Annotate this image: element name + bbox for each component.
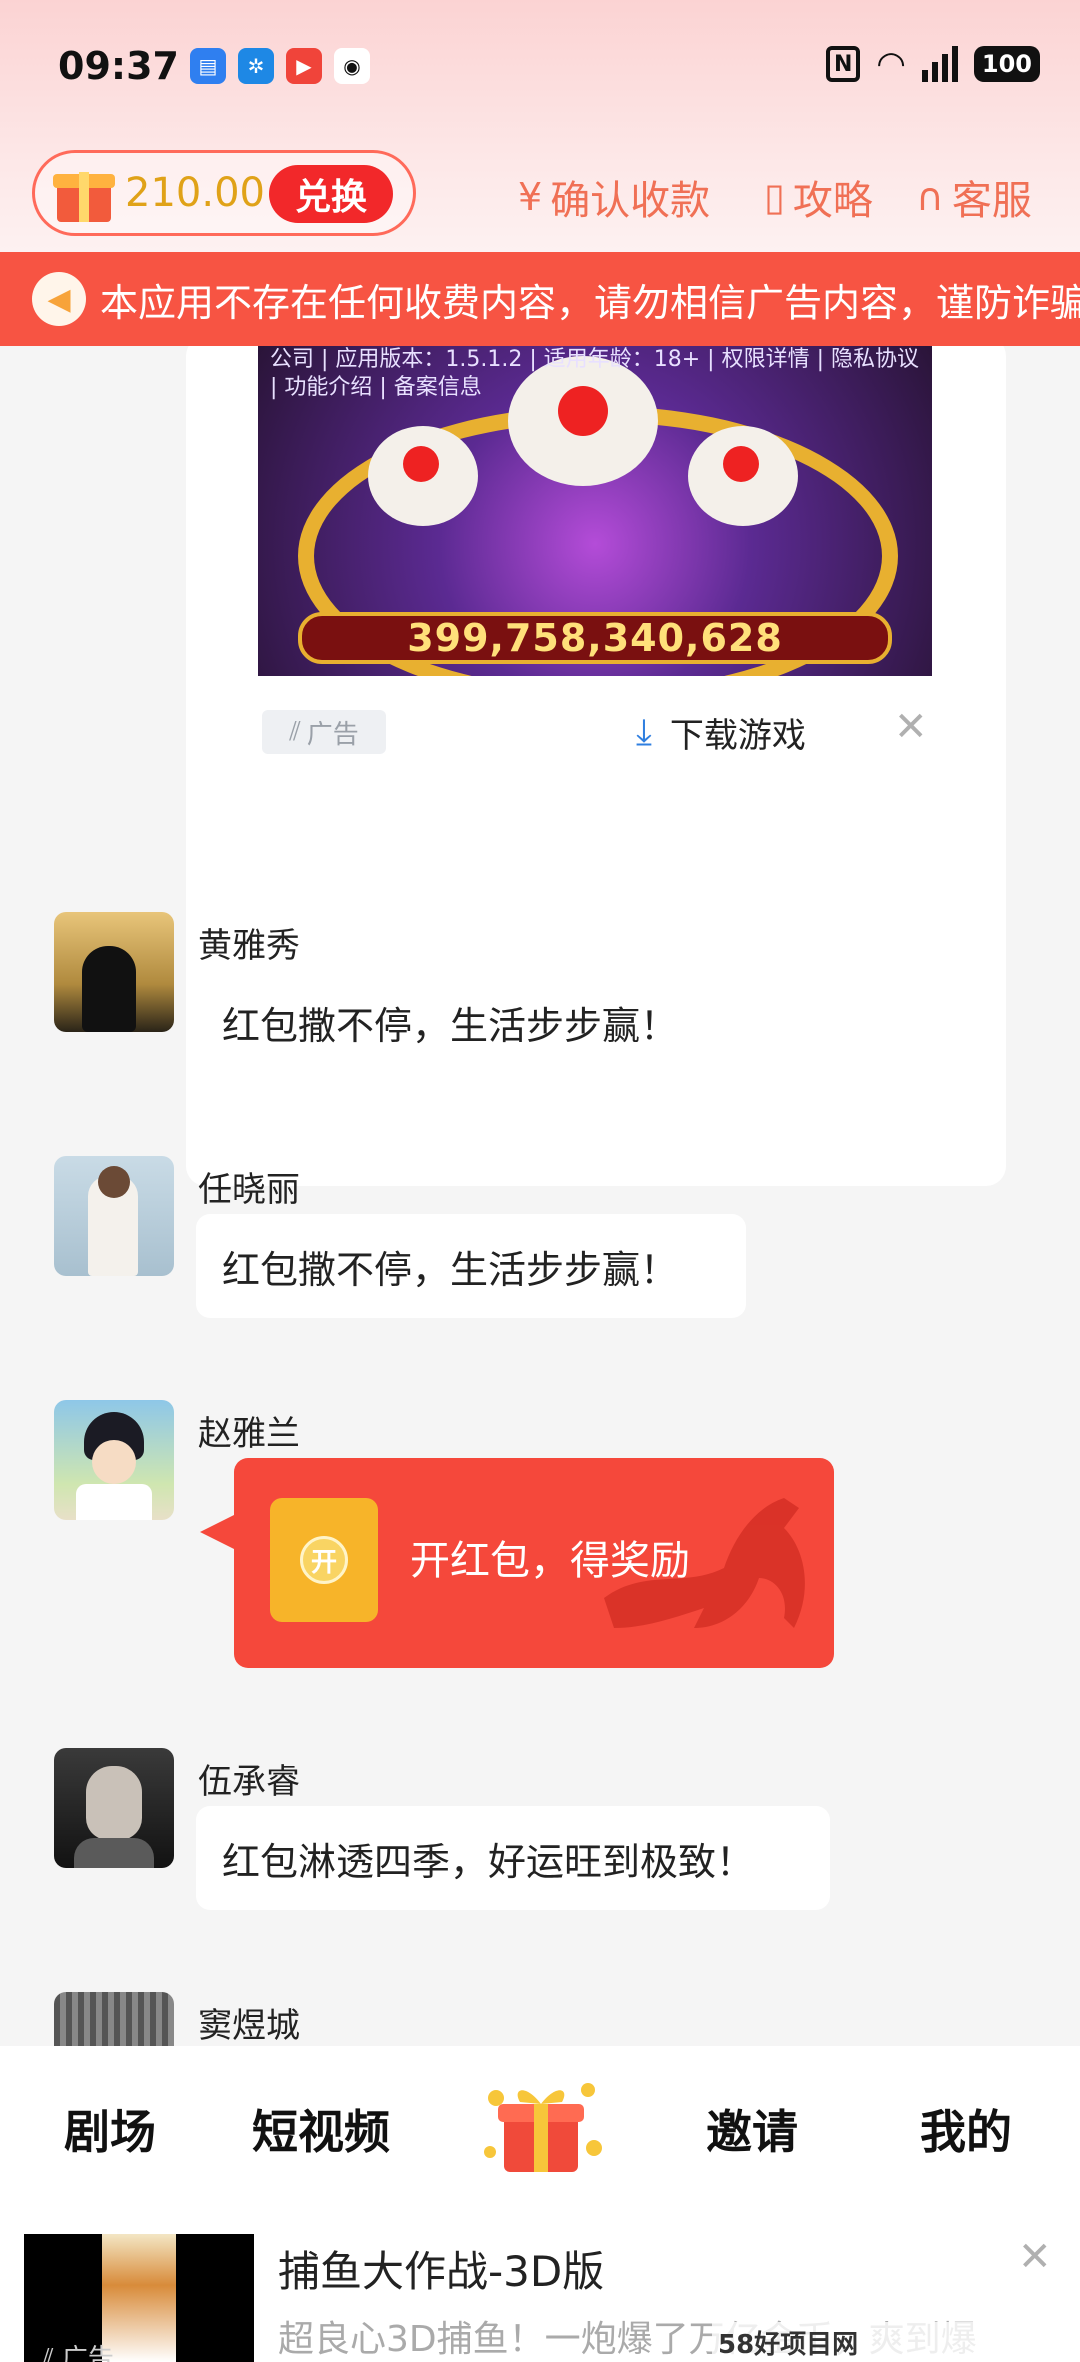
ad-meta-line1: 公司 | 应用版本：1.5.1.2 | 适用年龄：18+ | 权限详情 | 隐私… xyxy=(270,347,919,372)
red-packet-tail xyxy=(200,1514,236,1550)
clown-nose-left xyxy=(403,446,439,482)
message-bubble[interactable]: 红包淋透四季，好运旺到极致！ xyxy=(196,1806,830,1910)
message-bubble[interactable]: 红包撒不停，生活步步赢！ xyxy=(196,970,746,1074)
nav-short-video[interactable]: 短视频 xyxy=(252,2096,390,2162)
confirm-receipt-button[interactable]: ¥ 确认收款 xyxy=(518,168,710,226)
status-bar: 09:37 ▤ ✲ ▶ ◉ N ◠ 100 xyxy=(0,0,1080,130)
horse-decoration-icon xyxy=(604,1498,805,1628)
headset-icon: ∩ xyxy=(916,175,944,219)
chat-feed[interactable]: 公司 | 应用版本：1.5.1.2 | 适用年龄：18+ | 权限详情 | 隐私… xyxy=(0,346,1080,2046)
wifi-icon: ◠ xyxy=(876,44,906,84)
ad-logo-icon: ⫽ xyxy=(42,2344,62,2362)
anime-shirt xyxy=(76,1484,152,1520)
bottom-ad-close-icon[interactable]: ✕ xyxy=(1018,2234,1052,2280)
signal-icon xyxy=(921,46,958,82)
book-icon: ▯ xyxy=(764,175,785,219)
avatar[interactable] xyxy=(54,1400,174,1520)
penguin-app-icon: ◉ xyxy=(334,48,370,84)
nav-theater[interactable]: 剧场 xyxy=(64,2096,156,2162)
exchange-button[interactable]: 兑换 xyxy=(269,165,393,223)
download-game-button[interactable]: ⤓ 下载游戏 xyxy=(636,708,806,757)
nfc-icon: N xyxy=(826,46,861,82)
sender-name: 窦煜城 xyxy=(198,2006,300,2046)
support-label: 客服 xyxy=(951,178,1032,224)
ad-logo-icon: ⫽ xyxy=(289,716,301,747)
coin-balance-pill[interactable]: 210.00 兑换 xyxy=(32,150,416,236)
red-packet-card[interactable]: 开 开红包，得奖励 xyxy=(234,1458,834,1668)
battery-indicator: 100 xyxy=(973,46,1040,82)
bottom-ad-thumbnail[interactable]: ⫽ 广告 xyxy=(24,2234,254,2362)
sender-name: 任晓丽 xyxy=(198,1170,300,1210)
message-app-icon: ▤ xyxy=(190,48,226,84)
guide-button[interactable]: ▯ 攻略 xyxy=(764,168,873,226)
ad-tag-label: 广告 xyxy=(306,719,359,750)
pinwheel-app-icon: ✲ xyxy=(238,48,274,84)
download-game-label: 下载游戏 xyxy=(669,716,806,756)
avatar[interactable] xyxy=(54,1748,174,1868)
bottom-ad-tag: ⫽ 广告 xyxy=(42,2338,114,2362)
receipt-icon: ¥ xyxy=(518,175,543,219)
nav-mine[interactable]: 我的 xyxy=(920,2096,1012,2162)
guide-label: 攻略 xyxy=(792,178,873,224)
open-coin-icon: 开 xyxy=(300,1536,348,1584)
avatar[interactable] xyxy=(54,1992,174,2046)
avatar[interactable] xyxy=(54,1156,174,1276)
clown-nose-right xyxy=(723,446,759,482)
ad-jackpot-banner: 399,758,340,628 xyxy=(298,612,892,664)
video-app-icon: ▶ xyxy=(286,48,322,84)
nav-gift-icon[interactable] xyxy=(476,2068,606,2178)
download-icon: ⤓ xyxy=(636,711,652,753)
ad-tag: ⫽ 广告 xyxy=(262,710,386,754)
nav-invite[interactable]: 邀请 xyxy=(706,2096,798,2162)
coin-balance: 210.00 xyxy=(125,170,265,216)
portrait-face xyxy=(86,1766,142,1840)
sender-name: 伍承睿 xyxy=(198,1762,300,1802)
confirm-receipt-label: 确认收款 xyxy=(550,178,711,224)
ad-game-image[interactable]: 公司 | 应用版本：1.5.1.2 | 适用年龄：18+ | 权限详情 | 隐私… xyxy=(258,346,932,676)
bottom-ad-title[interactable]: 捕鱼大作战-3D版 xyxy=(278,2238,604,2299)
gift-icon xyxy=(53,162,115,224)
portrait-shoulders xyxy=(74,1838,154,1868)
notice-text: 本应用不存在任何收费内容，请勿相信广告内容，谨防诈骗 xyxy=(100,280,1080,325)
bottom-navigation: 剧场 短视频 邀请 我的 xyxy=(0,2046,1080,2210)
ad-meta-line2: | 功能介绍 | 备案信息 xyxy=(270,375,482,400)
avatar[interactable] xyxy=(54,912,174,1032)
ad-meta-text: 公司 | 应用版本：1.5.1.2 | 适用年龄：18+ | 权限详情 | 隐私… xyxy=(270,346,919,402)
sender-name: 赵雅兰 xyxy=(198,1414,300,1454)
red-packet-icon: 开 xyxy=(270,1498,378,1622)
megaphone-icon: ◀ xyxy=(32,272,86,326)
person-head xyxy=(98,1166,130,1198)
ad-close-icon[interactable]: ✕ xyxy=(894,704,928,750)
message-bubble[interactable]: 红包撒不停，生活步步赢！ xyxy=(196,1214,746,1318)
support-button[interactable]: ∩ 客服 xyxy=(916,168,1032,226)
silhouette-figure xyxy=(82,946,136,1032)
bottom-ad-tag-label: 广告 xyxy=(61,2344,114,2362)
watermark: 58好项目网www.58hxm.com xyxy=(712,2322,1080,2362)
status-time: 09:37 xyxy=(58,44,179,88)
anime-face xyxy=(92,1440,136,1484)
notice-banner: ◀ 本应用不存在任何收费内容，请勿相信广告内容，谨防诈骗 xyxy=(0,252,1080,346)
sender-name: 黄雅秀 xyxy=(198,926,300,966)
